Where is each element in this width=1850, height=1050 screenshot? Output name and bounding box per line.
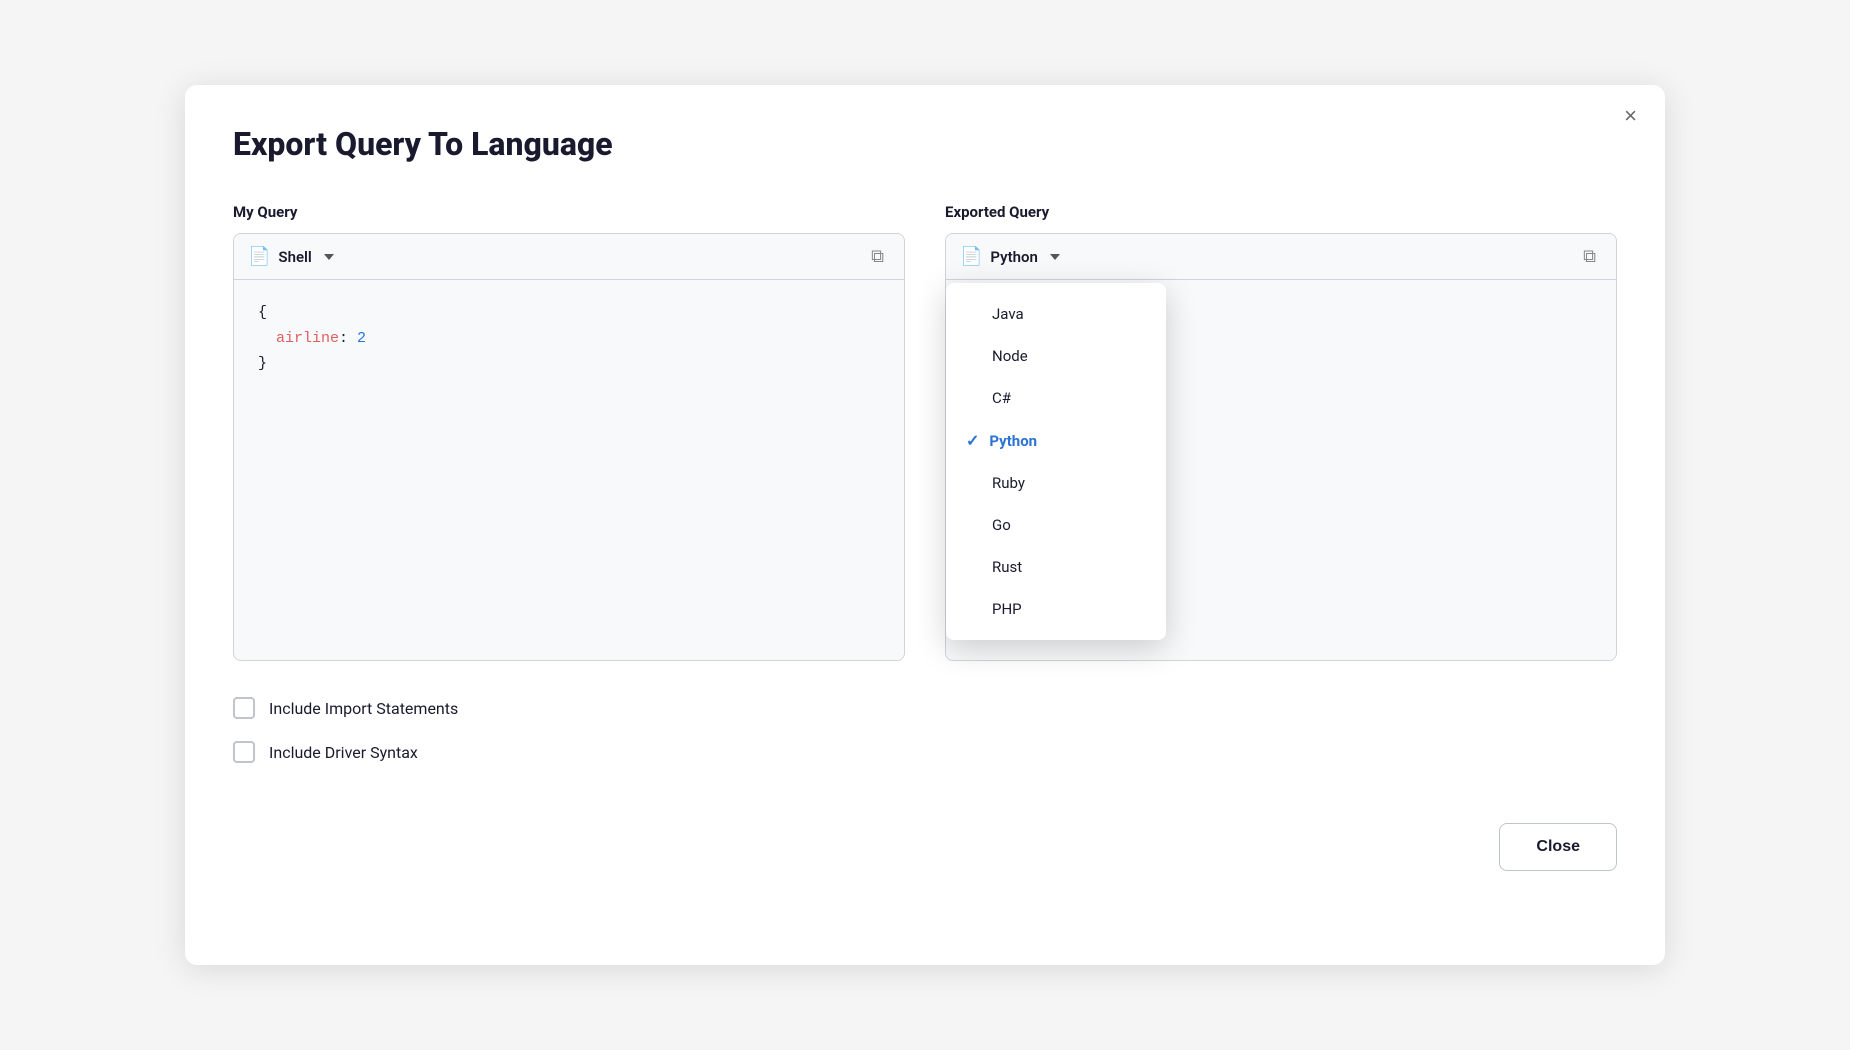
dropdown-item-php[interactable]: PHP (946, 588, 1166, 630)
dropdown-item-label: Rust (992, 558, 1022, 576)
code-line-close-brace: } (258, 351, 880, 377)
my-query-header: 📄 Shell ⧉ (234, 234, 904, 280)
include-import-checkbox[interactable] (233, 697, 255, 719)
my-query-panel: My Query 📄 Shell ⧉ { airline: 2 } (233, 203, 905, 661)
close-button[interactable]: Close (1499, 823, 1617, 871)
dropdown-item-label: Go (992, 516, 1011, 534)
export-query-modal: × Export Query To Language My Query 📄 Sh… (185, 85, 1665, 965)
include-driver-label: Include Driver Syntax (269, 743, 418, 762)
dropdown-item-c#[interactable]: C# (946, 377, 1166, 419)
dropdown-item-node[interactable]: Node (946, 335, 1166, 377)
dropdown-item-rust[interactable]: Rust (946, 546, 1166, 588)
dropdown-item-label: Python (989, 432, 1037, 450)
dropdown-item-label: Ruby (992, 474, 1025, 492)
my-query-lang-name: Shell (278, 248, 311, 266)
dropdown-item-python[interactable]: ✓ Python (946, 419, 1166, 462)
code-key-airline: airline (276, 330, 339, 347)
include-import-label: Include Import Statements (269, 699, 458, 718)
dropdown-item-label: Java (992, 305, 1024, 323)
my-query-code-body: { airline: 2 } (234, 280, 904, 660)
dropdown-item-label: Node (992, 347, 1028, 365)
code-line-airline: airline: 2 (258, 326, 880, 352)
code-value-airline: 2 (357, 330, 366, 347)
language-dropdown-menu: Java Node C# ✓ Python Ruby Go Rust PHP (946, 283, 1166, 640)
my-query-container: 📄 Shell ⧉ { airline: 2 } (233, 233, 905, 661)
checkbox-row-import: Include Import Statements (233, 697, 1617, 719)
exported-query-lang-icon: 📄 (960, 246, 982, 267)
my-query-label: My Query (233, 203, 905, 221)
exported-query-header: 📄 Python ⧉ JavaNodeC#✓PythonRubyGoRustPH… (946, 234, 1616, 280)
exported-query-lang-name: Python (990, 248, 1037, 266)
dropdown-item-java[interactable]: Java (946, 293, 1166, 335)
modal-close-button[interactable]: × (1624, 105, 1637, 127)
panels-row: My Query 📄 Shell ⧉ { airline: 2 } (233, 203, 1617, 661)
check-icon: ✓ (966, 431, 979, 450)
checkbox-row-driver: Include Driver Syntax (233, 741, 1617, 763)
dropdown-item-go[interactable]: Go (946, 504, 1166, 546)
modal-title: Export Query To Language (233, 125, 1617, 163)
exported-query-panel: Exported Query 📄 Python ⧉ Java Node C# ✓ Pyt… (945, 203, 1617, 661)
exported-query-label: Exported Query (945, 203, 1617, 221)
dropdown-item-label: C# (992, 389, 1011, 407)
include-driver-checkbox[interactable] (233, 741, 255, 763)
my-query-chevron-icon (324, 254, 334, 260)
my-query-lang-selector[interactable]: 📄 Shell (248, 246, 334, 267)
my-query-copy-button[interactable]: ⧉ (865, 244, 890, 269)
exported-query-lang-selector[interactable]: 📄 Python (960, 246, 1060, 267)
code-line-open-brace: { (258, 300, 880, 326)
exported-query-chevron-icon (1050, 254, 1060, 260)
dropdown-item-label: PHP (992, 600, 1022, 618)
checkboxes-section: Include Import Statements Include Driver… (233, 697, 1617, 763)
my-query-lang-icon: 📄 (248, 246, 270, 267)
modal-footer: Close (233, 823, 1617, 871)
exported-query-container: 📄 Python ⧉ Java Node C# ✓ Python Ruby Go Rust PH… (945, 233, 1617, 661)
dropdown-item-ruby[interactable]: Ruby (946, 462, 1166, 504)
exported-query-copy-button[interactable]: ⧉ (1577, 244, 1602, 269)
